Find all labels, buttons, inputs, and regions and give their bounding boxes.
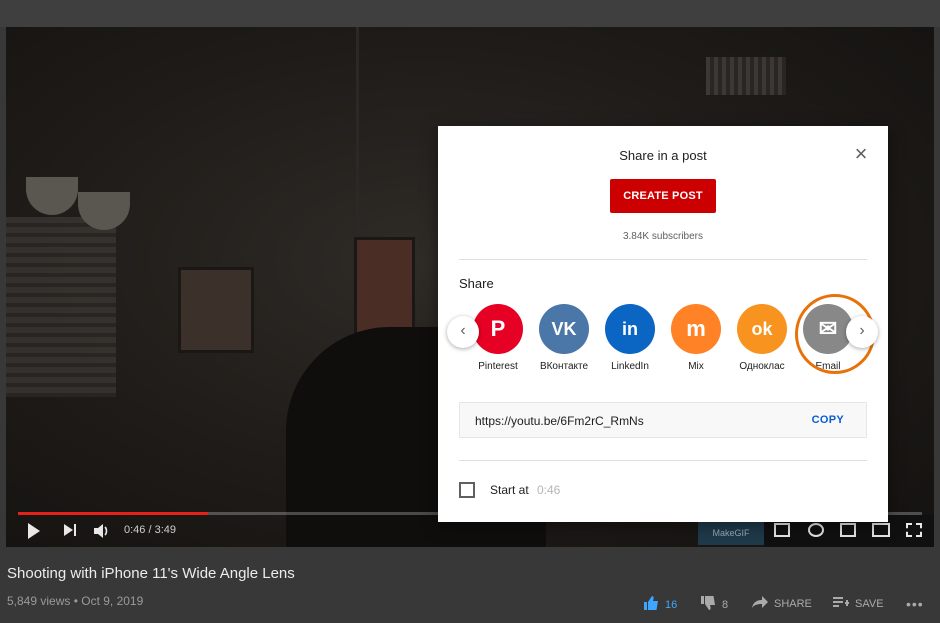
share-target[interactable]: in LinkedIn xyxy=(597,302,663,372)
dislike-button[interactable]: 8 xyxy=(700,596,728,613)
video-title: Shooting with iPhone 11's Wide Angle Len… xyxy=(7,565,295,582)
share-target[interactable]: VK ВКонтакте xyxy=(531,302,597,372)
subscriber-count: 3.84K subscribers xyxy=(622,231,704,242)
dialog-title: Share in a post xyxy=(619,148,707,163)
share-target-label: Pinterest xyxy=(478,361,518,372)
share-label: SHARE xyxy=(774,597,812,610)
mix-icon: m xyxy=(671,304,721,354)
play-icon[interactable] xyxy=(28,523,40,539)
pinterest-icon: P xyxy=(473,304,523,354)
linkedin-icon: in xyxy=(605,304,655,354)
captions-icon[interactable] xyxy=(774,523,790,537)
copy-button[interactable]: COPY xyxy=(812,414,844,426)
share-url-field[interactable]: https://youtu.be/6Fm2rC_RmNs COPY xyxy=(459,402,867,438)
share-dialog: Share in a post × CREATE POST 3.84K subs… xyxy=(438,126,888,522)
share-url-text[interactable]: https://youtu.be/6Fm2rC_RmNs xyxy=(475,414,644,428)
scroll-left-button[interactable]: ‹ xyxy=(447,316,479,348)
dislike-count: 8 xyxy=(722,598,729,611)
time-display: 0:46 / 3:49 xyxy=(124,524,176,536)
share-target[interactable]: ok Одноклас xyxy=(729,302,795,372)
scene-vent xyxy=(706,57,786,95)
share-target-label: Одноклас xyxy=(739,361,785,372)
like-button[interactable]: 16 xyxy=(643,596,677,613)
start-at-label: Start at xyxy=(490,483,529,497)
odnoklassniki-icon: ok xyxy=(737,304,787,354)
scene-blinds xyxy=(6,217,116,397)
thumbs-down-icon xyxy=(700,596,716,613)
thumbs-up-icon xyxy=(643,596,659,613)
fullscreen-icon[interactable] xyxy=(906,523,922,537)
share-heading: Share xyxy=(459,276,494,291)
start-at-time[interactable]: 0:46 xyxy=(537,483,560,497)
scene-lamp xyxy=(26,177,78,215)
video-meta: 5,849 views • Oct 9, 2019 xyxy=(7,594,144,608)
like-count: 16 xyxy=(665,598,678,611)
save-button[interactable]: SAVE xyxy=(833,596,884,611)
share-target-label: ВКонтакте xyxy=(539,361,589,372)
theater-mode-icon[interactable] xyxy=(872,523,890,537)
miniplayer-icon[interactable] xyxy=(840,523,856,537)
scene-picture-frame xyxy=(178,267,254,353)
start-at-checkbox[interactable] xyxy=(459,482,475,498)
share-target[interactable]: m Mix xyxy=(663,302,729,372)
share-arrow-icon xyxy=(752,596,768,611)
divider xyxy=(459,259,867,260)
top-strip xyxy=(0,0,940,27)
scroll-right-button[interactable]: › xyxy=(846,316,878,348)
more-actions-icon[interactable]: ••• xyxy=(906,596,924,612)
vk-icon: VK xyxy=(539,304,589,354)
create-post-button[interactable]: CREATE POST xyxy=(610,179,716,213)
close-icon[interactable]: × xyxy=(851,143,871,165)
share-button[interactable]: SHARE xyxy=(752,596,812,611)
makegif-watermark[interactable]: MakeGIF xyxy=(698,521,764,545)
volume-icon[interactable] xyxy=(93,523,111,539)
settings-icon[interactable] xyxy=(808,523,824,537)
share-target-label: Mix xyxy=(688,361,704,372)
share-target-label: LinkedIn xyxy=(611,361,649,372)
save-label: SAVE xyxy=(855,597,884,610)
next-icon[interactable] xyxy=(64,524,76,539)
playlist-add-icon xyxy=(833,596,849,611)
divider xyxy=(459,460,867,461)
